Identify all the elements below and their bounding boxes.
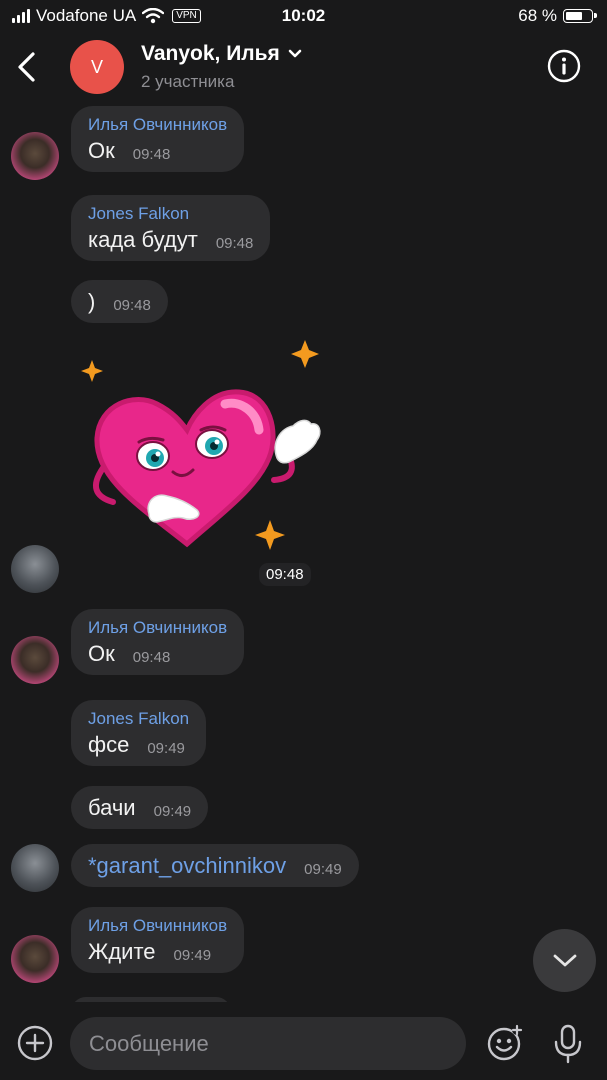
message-time: 09:49 <box>153 803 192 820</box>
scroll-to-bottom-button[interactable] <box>533 929 596 992</box>
message-bubble[interactable]: Илья Овчинников Ок 09:48 <box>71 609 245 675</box>
message-sender[interactable]: Илья Овчинников <box>88 115 227 135</box>
status-bar: Vodafone UA VPN 10:02 68 % <box>0 0 607 32</box>
message-bubble[interactable]: Илья Овчинников Ок 09:48 <box>71 106 245 172</box>
message-time: 09:48 <box>259 563 311 586</box>
emoji-icon[interactable] <box>486 1024 524 1062</box>
message-list[interactable]: Илья Овчинников Ок 09:48 Jones Falkon ка… <box>0 102 607 1002</box>
info-icon[interactable] <box>547 49 581 83</box>
message-text: ) <box>88 289 96 314</box>
message-bubble[interactable]: Илья Овчинников Ждите 09:49 <box>71 907 245 973</box>
microphone-icon[interactable] <box>551 1024 585 1064</box>
heart-sticker[interactable] <box>75 338 330 553</box>
message-text: Ок <box>88 138 115 163</box>
plus-circle-icon[interactable] <box>17 1025 53 1061</box>
message-bubble[interactable]: Jones Falkon фсе 09:49 <box>71 700 207 766</box>
participants-count: 2 участника <box>141 72 235 91</box>
message-bubble-partial[interactable] <box>71 997 231 1002</box>
avatar[interactable] <box>11 545 59 593</box>
battery-percent: 68 % <box>518 6 557 25</box>
status-time: 10:02 <box>281 6 326 25</box>
chevron-left-icon[interactable] <box>12 50 42 84</box>
message-bubble[interactable]: *garant_ovchinnikov 09:49 <box>71 844 359 887</box>
message-bubble[interactable]: бачи 09:49 <box>71 786 209 829</box>
avatar[interactable] <box>11 935 59 983</box>
chat-title-text: Vanyok, Илья <box>141 42 280 65</box>
message-sender[interactable]: Jones Falkon <box>88 709 189 729</box>
chat-avatar[interactable]: V <box>70 40 124 94</box>
message-bubble[interactable]: ) 09:48 <box>71 280 168 323</box>
message-time: 09:48 <box>132 146 171 163</box>
status-right: 68 % <box>518 6 597 26</box>
message-text: Ок <box>88 641 115 666</box>
message-text: фсе <box>88 732 130 757</box>
message-text: Ждите <box>88 939 156 964</box>
mention-link[interactable]: *garant_ovchinnikov <box>88 853 286 879</box>
message-bubble[interactable]: Jones Falkon када будут 09:48 <box>71 195 271 261</box>
avatar[interactable] <box>11 132 59 180</box>
message-text: када будут <box>88 227 198 252</box>
message-sender[interactable]: Jones Falkon <box>88 204 253 224</box>
composer <box>0 1004 607 1080</box>
message-sender[interactable]: Илья Овчинников <box>88 618 227 638</box>
chat-title[interactable]: Vanyok, Илья <box>141 42 302 66</box>
avatar[interactable] <box>11 844 59 892</box>
message-input[interactable] <box>70 1017 466 1070</box>
battery-icon <box>563 9 597 23</box>
chevron-down-icon <box>553 954 576 966</box>
message-time: 09:48 <box>113 297 151 314</box>
message-text: бачи <box>88 795 136 820</box>
message-time: 09:49 <box>147 740 185 757</box>
message-time: 09:48 <box>132 649 171 666</box>
message-sender[interactable]: Илья Овчинников <box>88 916 227 936</box>
message-time: 09:49 <box>173 947 212 964</box>
chat-header: V Vanyok, Илья 2 участника <box>0 32 607 102</box>
avatar[interactable] <box>11 636 59 684</box>
message-time: 09:48 <box>215 235 254 252</box>
message-time: 09:49 <box>304 861 342 878</box>
chevron-down-icon <box>288 49 302 58</box>
